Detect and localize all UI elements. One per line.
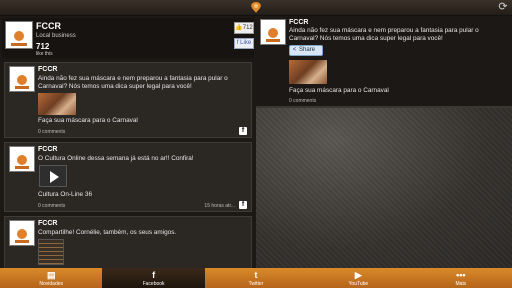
facebook-like-icon: f (236, 40, 239, 46)
post-image[interactable] (289, 60, 327, 84)
post-image[interactable] (38, 239, 64, 265)
post-author: FCCR (38, 146, 58, 153)
post-comments[interactable]: 0 comments (289, 98, 316, 104)
tab-novidades[interactable]: ▤ Novidades (0, 268, 102, 288)
refresh-icon[interactable]: ⟳ (497, 1, 509, 13)
feed-post[interactable]: FCCR Ainda não fez sua máscara e nem pre… (4, 62, 252, 138)
page-category: Local business (36, 33, 76, 39)
facebook-icon: f (239, 127, 247, 135)
video-thumbnail[interactable] (39, 165, 67, 187)
post-text: Ainda não fez sua máscara e nem preparou… (38, 75, 228, 90)
thumbs-up-icon: 👍 (235, 25, 243, 31)
post-avatar[interactable] (9, 66, 35, 92)
app-logo-icon (251, 2, 261, 13)
post-text: Compartilhe! Cornélie, também, os seus a… (38, 229, 177, 236)
likes-label: like this (36, 51, 53, 57)
post-link-caption[interactable]: Cultura On-Line 36 (38, 191, 92, 198)
post-text: Ainda não fez sua máscara e nem preparou… (289, 27, 479, 42)
post-author: FCCR (38, 220, 58, 227)
feed-post[interactable]: FCCR Compartilhe! Cornélie, também, os s… (4, 216, 252, 268)
tab-facebook[interactable]: f Facebook (102, 268, 205, 288)
share-icon: < (292, 47, 297, 53)
post-avatar[interactable] (9, 220, 35, 246)
photo-background (256, 108, 512, 268)
facebook-icon: f (239, 201, 247, 209)
post-timestamp: 15 horas atr... (204, 203, 235, 209)
tab-label: Facebook (142, 281, 165, 287)
post-comments[interactable]: 0 comments (38, 203, 65, 209)
detail-post: FCCR Ainda não fez sua máscara e nem pre… (256, 16, 512, 106)
post-image[interactable] (38, 93, 76, 115)
top-bar: ⟳ (0, 0, 512, 16)
tab-label: YouTube (348, 281, 369, 287)
tab-label: Mais (455, 281, 467, 287)
tab-youtube[interactable]: ▶ YouTube (307, 268, 409, 288)
post-avatar[interactable] (260, 19, 286, 45)
tab-twitter[interactable]: t Twitter (205, 268, 307, 288)
post-avatar[interactable] (9, 146, 35, 172)
youtube-icon: ▶ (354, 270, 362, 280)
post-link-caption[interactable]: Faça sua máscara para o Carnaval (289, 87, 389, 94)
page-name: FCCR (36, 21, 61, 31)
detail-panel: FCCR Ainda não fez sua máscara e nem pre… (256, 16, 512, 268)
post-link-caption[interactable]: Faça sua máscara para o Carnaval (38, 117, 138, 124)
bottom-tab-bar: ▤ Novidades f Facebook t Twitter ▶ YouTu… (0, 268, 512, 288)
play-icon (50, 171, 59, 183)
post-author: FCCR (38, 66, 58, 73)
share-button[interactable]: < Share (289, 45, 323, 56)
feed-column[interactable]: FCCR Local business 712 like this 👍712 f… (0, 16, 256, 268)
like-count-box: 👍712 (234, 22, 254, 34)
tab-mais[interactable]: ••• Mais (410, 268, 512, 288)
facebook-icon: f (152, 270, 156, 280)
feed-post[interactable]: FCCR O Cultura Online dessa semana já es… (4, 142, 252, 212)
news-icon: ▤ (46, 270, 56, 280)
page-header-card: FCCR Local business 712 like this 👍712 f… (2, 18, 254, 58)
tab-label: Novidades (39, 281, 64, 287)
post-text: O Cultura Online dessa semana já está no… (38, 155, 194, 162)
tab-label: Twitter (248, 281, 264, 287)
like-button[interactable]: f Like (234, 38, 254, 49)
twitter-icon: t (254, 270, 258, 280)
post-author: FCCR (289, 19, 309, 26)
page-avatar[interactable] (5, 21, 33, 49)
more-icon: ••• (456, 270, 466, 280)
post-comments[interactable]: 0 comments (38, 129, 65, 135)
likes-count: 712 (36, 42, 50, 51)
